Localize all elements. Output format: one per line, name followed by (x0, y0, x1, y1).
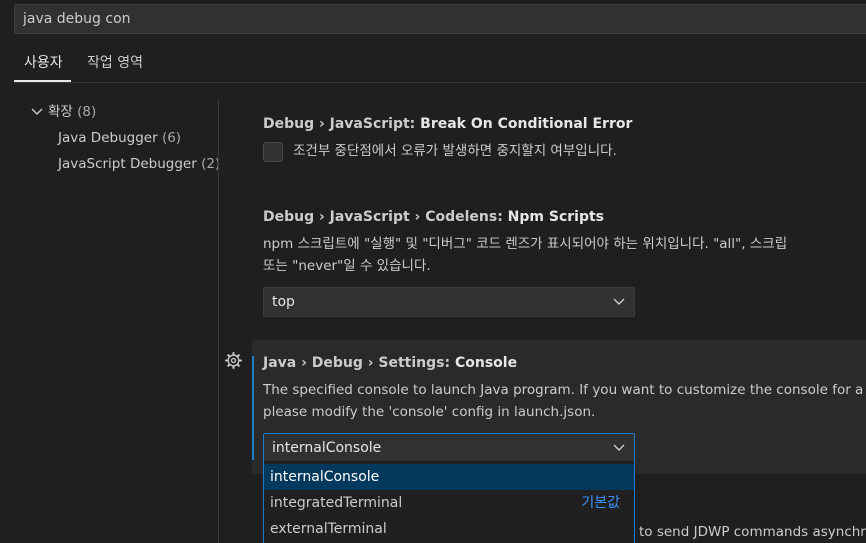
setting-description-partial: to send JDWP commands asynchr (639, 524, 866, 540)
tab-user[interactable]: 사용자 (14, 48, 71, 82)
setting-name: Npm Scripts (507, 209, 605, 225)
setting-description-line2: please modify the 'console' config in la… (263, 404, 596, 420)
dropdown-value: top (272, 294, 295, 310)
dropdown-option[interactable]: integratedTerminal 기본값 (264, 490, 634, 516)
toc-group-label: 확장 (48, 104, 73, 120)
search-input[interactable] (23, 5, 843, 33)
settings-list: Debug › JavaScript: Break On Conditional… (220, 83, 866, 543)
setting-description: 조건부 중단점에서 오류가 발생하면 중지할지 여부입니다. (293, 143, 617, 159)
tab-workspace[interactable]: 작업 영역 (87, 48, 143, 82)
toc-group-extensions[interactable]: 확장 (8) (30, 101, 96, 123)
npm-scripts-dropdown[interactable]: top (263, 287, 635, 317)
setting-category: Debug › JavaScript: (263, 116, 421, 132)
chevron-down-icon (31, 108, 43, 115)
console-dropdown-list: internalConsole integratedTerminal 기본값 e… (263, 461, 635, 543)
setting-title-console: Java › Debug › Settings: Console (263, 355, 517, 371)
settings-toc: 확장 (8) Java Debugger (6) JavaScript Debu… (14, 83, 220, 543)
setting-title-npm-scripts: Debug › JavaScript › Codelens: Npm Scrip… (263, 209, 604, 225)
option-label: internalConsole (270, 469, 380, 485)
setting-title-break-on-conditional-error: Debug › JavaScript: Break On Conditional… (263, 116, 632, 132)
setting-description-line2: 또는 "never"일 수 있습니다. (263, 258, 431, 274)
dropdown-value: internalConsole (272, 440, 382, 456)
chevron-down-icon (613, 444, 625, 451)
toc-group-count: (8) (77, 104, 97, 120)
setting-description-line1: The specified console to launch Java pro… (263, 382, 866, 398)
option-label: externalTerminal (270, 521, 387, 537)
console-dropdown[interactable]: internalConsole (263, 433, 635, 463)
setting-name: Console (454, 355, 518, 371)
option-label: integratedTerminal (270, 495, 403, 511)
dropdown-option[interactable]: internalConsole (264, 464, 634, 490)
default-value-tag: 기본값 (581, 495, 620, 511)
toc-item-label: Java Debugger (58, 130, 158, 146)
setting-name: Break On Conditional Error (420, 116, 633, 132)
toc-item-label: JavaScript Debugger (58, 156, 197, 172)
toc-divider (218, 99, 219, 543)
search-bar[interactable] (14, 4, 866, 34)
toc-item-java-debugger[interactable]: Java Debugger (6) (58, 127, 181, 149)
toc-item-count: (6) (161, 130, 182, 146)
setting-category: Debug › JavaScript › Codelens: (263, 209, 508, 225)
dropdown-option[interactable]: externalTerminal (264, 516, 634, 542)
setting-description-line1: npm 스크립트에 "실행" 및 "디버그" 코드 렌즈가 표시되어야 하는 위… (263, 236, 788, 252)
break-on-conditional-error-checkbox[interactable] (263, 142, 283, 162)
chevron-down-icon (613, 298, 625, 305)
focus-indicator (252, 356, 254, 460)
gear-icon[interactable] (225, 352, 242, 369)
setting-category: Java › Debug › Settings: (263, 355, 455, 371)
toc-item-javascript-debugger[interactable]: JavaScript Debugger (2) (58, 153, 220, 175)
